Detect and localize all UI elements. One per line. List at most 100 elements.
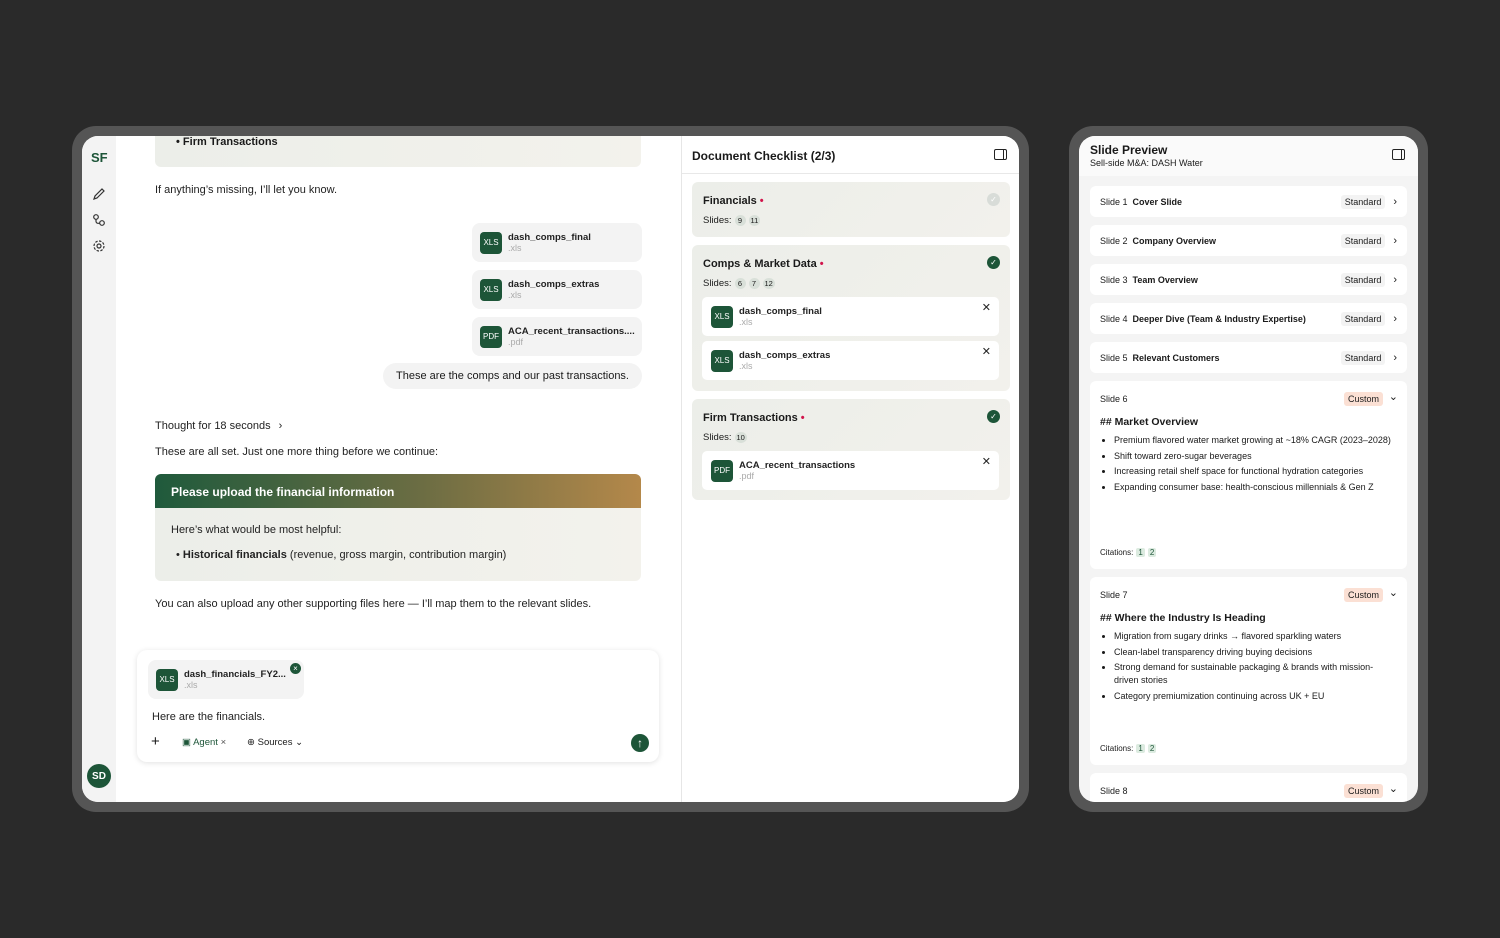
slide-heading: ## Market Overview [1100, 416, 1199, 428]
file-name: dash_comps_extras [508, 279, 600, 290]
attachment-card[interactable]: XLS dash_comps_final .xls [472, 223, 642, 262]
file-ext: .xls [739, 317, 753, 327]
attachment-card[interactable]: PDF ACA_recent_transactions.... .pdf [472, 317, 642, 356]
bullet-rest: (revenue, gross margin, contribution mar… [286, 549, 507, 561]
chevron-right-icon[interactable]: › [1393, 313, 1397, 325]
close-icon[interactable]: × [221, 737, 227, 748]
thought-toggle[interactable]: Thought for 18 seconds › [155, 420, 282, 432]
slide-type-tag: Custom [1343, 392, 1383, 406]
slide-row[interactable]: Slide 5 Relevant Customers Standard › [1090, 342, 1407, 373]
slide-chip[interactable]: 6 [734, 278, 746, 289]
slide-chip[interactable]: 9 [734, 215, 746, 226]
citations-label: Citations: [1100, 548, 1134, 557]
slide-number: Slide 2 [1100, 235, 1128, 246]
checklist-file[interactable]: XLS dash_comps_final .xls ✕ [702, 297, 999, 336]
thought-label: Thought for 18 seconds [155, 420, 271, 432]
citation-chip[interactable]: 2 [1147, 548, 1157, 557]
xls-file-icon: XLS [711, 305, 733, 328]
chat-area: • Firm Transactions If anything’s missin… [116, 136, 680, 802]
bullet-item: • Firm Transactions [176, 136, 278, 148]
slide-bullet: Expanding consumer base: health-consciou… [1114, 481, 1397, 494]
xls-file-icon: XLS [156, 668, 178, 691]
slide-number: Slide 7 [1100, 590, 1128, 600]
agent-chip[interactable]: ▣ Agent × [182, 737, 226, 748]
chevron-right-icon[interactable]: › [1393, 235, 1397, 247]
xls-file-icon: XLS [480, 278, 502, 301]
attachment-card[interactable]: XLS dash_comps_extras .xls [472, 270, 642, 309]
user-avatar[interactable]: SD [87, 764, 111, 788]
add-plus-icon[interactable]: + [151, 734, 160, 749]
slide-type-tag: Standard [1340, 194, 1386, 209]
checklist-file[interactable]: PDF ACA_recent_transactions .pdf ✕ [702, 451, 999, 490]
sources-dropdown[interactable]: ⊕ Sources ⌄ [247, 737, 303, 748]
citations: Citations: 1 2 [1100, 548, 1157, 557]
composer-attachment[interactable]: XLS dash_financials_FY2... .xls × [148, 660, 304, 699]
section-title: Financials [703, 195, 757, 207]
document-checklist-panel: Document Checklist (2/3) Financials • Sli… [681, 136, 1019, 802]
slide-bullet: Shift toward zero-sugar beverages [1114, 450, 1397, 463]
citation-chip[interactable]: 1 [1136, 548, 1145, 557]
chevron-down-icon[interactable]: ⌄ [1389, 390, 1398, 403]
slide-row[interactable]: Slide 2 Company Overview Standard › [1090, 225, 1407, 256]
chevron-down-icon: ⌄ [295, 737, 304, 748]
slide-chip[interactable]: 11 [748, 215, 761, 226]
upload-request-intro: Here’s what would be most helpful: [171, 524, 342, 536]
pdf-file-icon: PDF [711, 459, 733, 482]
bullet-text: Firm Transactions [182, 136, 278, 148]
panel-toggle-icon[interactable] [1392, 149, 1405, 160]
slide-bullet: Migration from sugary drinks → flavored … [1114, 630, 1397, 643]
file-ext: .xls [508, 243, 522, 253]
slide-bullet: Premium flavored water market growing at… [1114, 434, 1397, 447]
citation-chip[interactable]: 1 [1136, 744, 1145, 753]
chevron-down-icon[interactable]: ⌄ [1389, 586, 1398, 599]
upload-request-card: Please upload the financial information … [155, 474, 641, 581]
slide-row[interactable]: Slide 3 Team Overview Standard › [1090, 264, 1407, 295]
slide-title: Company Overview [1132, 235, 1217, 246]
slide-chip[interactable]: 12 [762, 278, 775, 289]
slide-card-7: Slide 7 Custom ⌄ ## Where the Industry I… [1090, 577, 1407, 765]
message-composer: XLS dash_financials_FY2... .xls × Here ar… [137, 650, 659, 762]
check-circle-icon: ✓ [987, 193, 1000, 206]
remove-file-x-icon[interactable]: ✕ [982, 345, 991, 358]
check-circle-icon: ✓ [987, 256, 1000, 269]
workflow-icon[interactable] [92, 213, 106, 227]
slide-row[interactable]: Slide 1 Cover Slide Standard › [1090, 186, 1407, 217]
checklist-file[interactable]: XLS dash_comps_extras .xls ✕ [702, 341, 999, 380]
remove-file-x-icon[interactable]: ✕ [982, 455, 991, 468]
remove-attachment-icon[interactable]: × [290, 663, 301, 674]
remove-file-x-icon[interactable]: ✕ [982, 301, 991, 314]
slide-number: Slide 3 [1100, 274, 1128, 285]
file-name: dash_comps_final [508, 232, 591, 243]
chevron-right-icon[interactable]: › [1393, 274, 1397, 286]
slide-type-tag: Custom [1343, 784, 1383, 798]
slide-type-tag: Standard [1340, 311, 1386, 326]
slide-number: Slide 6 [1100, 394, 1128, 404]
panel-toggle-icon[interactable] [994, 149, 1007, 160]
slide-number: Slide 1 [1100, 196, 1128, 207]
check-circle-icon: ✓ [987, 410, 1000, 423]
chevron-right-icon[interactable]: › [1393, 196, 1397, 208]
chevron-right-icon[interactable]: › [1393, 352, 1397, 364]
slide-chip[interactable]: 7 [748, 278, 760, 289]
edit-pencil-icon[interactable] [92, 187, 106, 201]
assistant-message: If anything’s missing, I’ll let you know… [155, 184, 337, 196]
slide-type-tag: Custom [1343, 588, 1383, 602]
globe-icon: ⊕ [247, 737, 255, 748]
slide-chip[interactable]: 10 [734, 432, 747, 443]
slide-bullet: Strong demand for sustainable packaging … [1114, 661, 1397, 687]
assistant-message: These are all set. Just one more thing b… [155, 446, 439, 458]
assistant-message: You can also upload any other supporting… [155, 598, 592, 610]
slide-row[interactable]: Slide 4 Deeper Dive (Team & Industry Expe… [1090, 303, 1407, 334]
settings-gear-icon[interactable] [92, 239, 106, 253]
send-arrow-up-icon[interactable]: ↑ [631, 734, 649, 752]
slide-type-tag: Standard [1340, 233, 1386, 248]
slides-label: Slides: [703, 432, 732, 443]
slide-bullet: Increasing retail shelf space for functi… [1114, 465, 1397, 478]
citation-chip[interactable]: 2 [1147, 744, 1157, 753]
checklist-section-comps: Comps & Market Data • Slides: 6 7 12 ✓ XLS da… [692, 245, 1010, 391]
file-name: dash_financials_FY2... [184, 669, 286, 680]
chevron-down-icon[interactable]: ⌄ [1389, 782, 1398, 795]
composer-input[interactable]: Here are the financials. [152, 711, 265, 723]
slide-type-tag: Standard [1340, 350, 1386, 365]
preview-subtitle: Sell-side M&A: DASH Water [1090, 158, 1203, 168]
